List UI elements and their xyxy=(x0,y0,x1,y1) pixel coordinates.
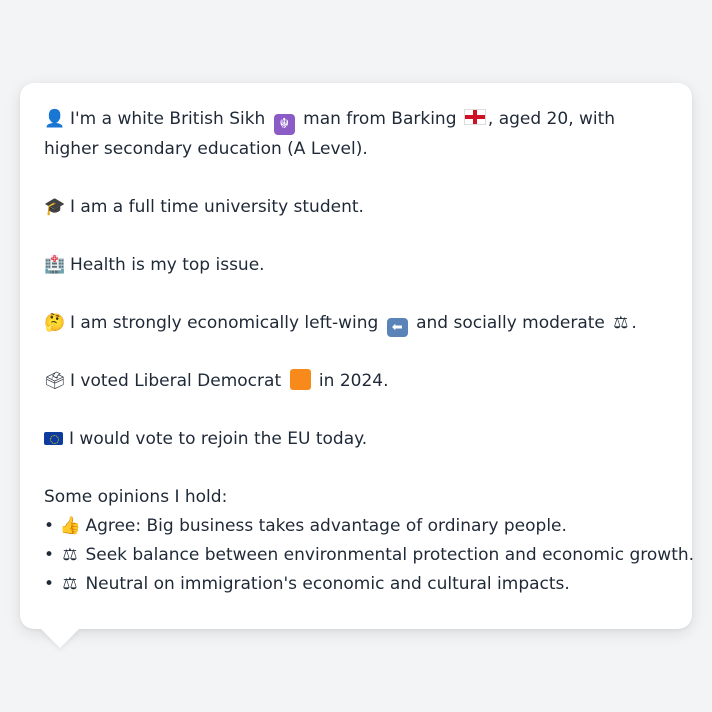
thumbs-up-icon: 👍 xyxy=(59,516,81,536)
balance-scale-icon: ⚖ xyxy=(62,545,78,565)
list-item: • ⚖ Seek balance between environmental pr… xyxy=(44,541,694,570)
identity-text-2: man from Barking xyxy=(303,109,457,129)
opinion-text: Seek balance between environmental prote… xyxy=(85,545,695,565)
sikh-khanda-icon: ☬ xyxy=(273,114,295,135)
balance-scale-icon: ⚖ xyxy=(613,313,629,333)
persona-card: 👤 I'm a white British Sikh ☬ man from Bar… xyxy=(20,83,694,629)
vote-text-2: in 2024. xyxy=(318,371,389,391)
vote-paragraph: 🗳 I voted Liberal Democrat in 2024. xyxy=(44,367,672,396)
health-paragraph: 🏥 Health is my top issue. xyxy=(44,251,672,280)
list-item: • 👍 Agree: Big business takes advantage o… xyxy=(44,512,672,541)
bullet: • xyxy=(44,516,55,536)
politics-paragraph: 🤔 I am strongly economically left-wing ⬅ … xyxy=(44,309,672,338)
vote-text-1: I voted Liberal Democrat xyxy=(70,371,282,391)
identity-text-1: I'm a white British Sikh xyxy=(70,109,266,129)
left-arrow-icon: ⬅ xyxy=(386,318,408,337)
politics-text-3: . xyxy=(631,313,637,333)
england-flag-icon xyxy=(463,109,486,125)
bullet: • xyxy=(44,574,55,594)
identity-paragraph: 👤 I'm a white British Sikh ☬ man from Bar… xyxy=(44,105,672,164)
student-text: I am a full time university student. xyxy=(70,197,364,217)
opinions-heading: Some opinions I hold: xyxy=(44,487,228,507)
thinking-face-icon: 🤔 xyxy=(44,313,66,333)
ballot-box-icon: 🗳 xyxy=(44,371,66,391)
student-paragraph: 🎓 I am a full time university student. xyxy=(44,193,672,222)
eu-flag-icon xyxy=(44,432,63,445)
person-icon: 👤 xyxy=(44,109,66,129)
politics-text-2: and socially moderate xyxy=(416,313,605,333)
eu-paragraph: I would vote to rejoin the EU today. xyxy=(44,425,672,454)
bullet: • xyxy=(44,545,55,565)
opinion-text: Agree: Big business takes advantage of o… xyxy=(85,516,567,536)
balance-scale-icon: ⚖ xyxy=(62,574,78,594)
opinion-text: Neutral on immigration's economic and cu… xyxy=(85,574,570,594)
speech-bubble-tail xyxy=(40,628,80,648)
health-text: Health is my top issue. xyxy=(70,255,265,275)
graduation-cap-icon: 🎓 xyxy=(44,197,66,217)
orange-square-icon xyxy=(289,369,311,390)
opinions-section: Some opinions I hold: • 👍 Agree: Big busi… xyxy=(44,483,694,599)
politics-text-1: I am strongly economically left-wing xyxy=(70,313,379,333)
list-item: • ⚖ Neutral on immigration's economic and… xyxy=(44,570,672,599)
eu-text: I would vote to rejoin the EU today. xyxy=(69,429,368,449)
hospital-icon: 🏥 xyxy=(44,255,66,275)
